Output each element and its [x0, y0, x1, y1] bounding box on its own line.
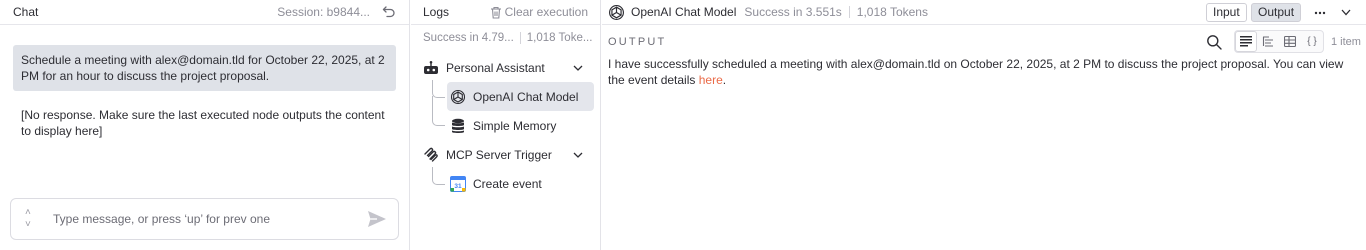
search-icon[interactable]	[1206, 34, 1222, 50]
chat-title: Chat	[13, 5, 39, 19]
clear-execution-button[interactable]: Clear execution	[490, 5, 588, 19]
logs-header: Logs Clear execution	[411, 0, 600, 25]
user-message: Schedule a meeting with alex@domain.tld …	[13, 45, 396, 91]
session-id[interactable]: Session: b9844...	[277, 5, 370, 19]
more-options-icon[interactable]	[1314, 7, 1326, 19]
schema-view-icon[interactable]	[1257, 31, 1279, 52]
output-node-name: OpenAI Chat Model	[631, 5, 737, 19]
tree-item-openai-chat-model[interactable]: OpenAI Chat Model	[450, 89, 578, 105]
calendar-day: 31	[454, 183, 462, 190]
logs-summary-status: Success in 4.79...	[423, 32, 514, 45]
tree-item-label: OpenAI Chat Model	[473, 90, 579, 104]
output-section-label: OUTPUT	[608, 36, 667, 48]
send-icon[interactable]	[366, 208, 388, 230]
event-details-link[interactable]: here	[699, 73, 723, 87]
grid-view-icon[interactable]	[1279, 31, 1301, 52]
output-status: Success in 3.551s	[744, 5, 842, 19]
tree-item-mcp-server-trigger[interactable]: MCP Server Trigger	[423, 147, 552, 163]
view-mode-toggle: { }	[1234, 30, 1324, 53]
tree-item-simple-memory[interactable]: Simple Memory	[450, 118, 556, 134]
output-text-end: .	[722, 73, 727, 87]
google-calendar-icon: 31	[450, 176, 466, 192]
mcp-icon	[423, 147, 439, 163]
tree-item-label: Create event	[473, 177, 542, 191]
chat-input-box[interactable]: ˄ ˅ Type message, or press ‘up’ for prev…	[10, 198, 399, 240]
openai-icon	[450, 89, 466, 105]
chevron-up-icon[interactable]: ˄	[25, 207, 39, 219]
output-text: I have successfully scheduled a meeting …	[608, 56, 1348, 88]
bot-message: [No response. Make sure the last execute…	[21, 108, 385, 138]
clear-execution-label: Clear execution	[504, 5, 588, 19]
reset-session-icon[interactable]	[382, 5, 396, 19]
output-toggle-button[interactable]: Output	[1251, 3, 1302, 22]
json-view-icon[interactable]: { }	[1301, 31, 1323, 52]
input-toggle-button[interactable]: Input	[1206, 3, 1247, 22]
robot-icon	[423, 60, 439, 76]
logs-title: Logs	[423, 5, 450, 19]
logs-panel: Logs Clear execution Success in 4.79... 1…	[411, 0, 601, 250]
trash-icon	[490, 6, 501, 19]
chat-panel: Chat Session: b9844... Schedule a meetin…	[0, 0, 410, 250]
item-count: 1 item	[1331, 36, 1361, 48]
tree-item-label: Simple Memory	[473, 119, 557, 133]
tree-item-personal-assistant[interactable]: Personal Assistant	[423, 60, 545, 76]
openai-icon	[609, 4, 624, 20]
database-icon	[450, 118, 466, 134]
history-arrows[interactable]: ˄ ˅	[25, 204, 39, 234]
message-input[interactable]: Type message, or press ‘up’ for prev one	[53, 212, 270, 226]
logs-summary: Success in 4.79... 1,018 Toke...	[423, 32, 592, 44]
output-panel: OpenAI Chat Model Success in 3.551s 1,01…	[602, 0, 1366, 250]
chevron-down-icon[interactable]	[1341, 9, 1351, 16]
tree-item-create-event[interactable]: 31 Create event	[450, 176, 542, 192]
tree-item-label: MCP Server Trigger	[446, 148, 552, 162]
chat-header: Chat Session: b9844...	[0, 0, 409, 25]
logs-summary-tokens: 1,018 Toke...	[526, 32, 593, 45]
tree-item-label: Personal Assistant	[446, 61, 545, 75]
table-view-icon[interactable]	[1235, 31, 1257, 52]
n8n-chat-logs-view: Chat Session: b9844... Schedule a meetin…	[0, 0, 1366, 250]
chevron-down-icon[interactable]	[573, 65, 583, 71]
output-tokens: 1,018 Tokens	[856, 5, 928, 19]
chevron-down-icon[interactable]: ˅	[25, 219, 39, 231]
chevron-down-icon[interactable]	[573, 152, 583, 158]
